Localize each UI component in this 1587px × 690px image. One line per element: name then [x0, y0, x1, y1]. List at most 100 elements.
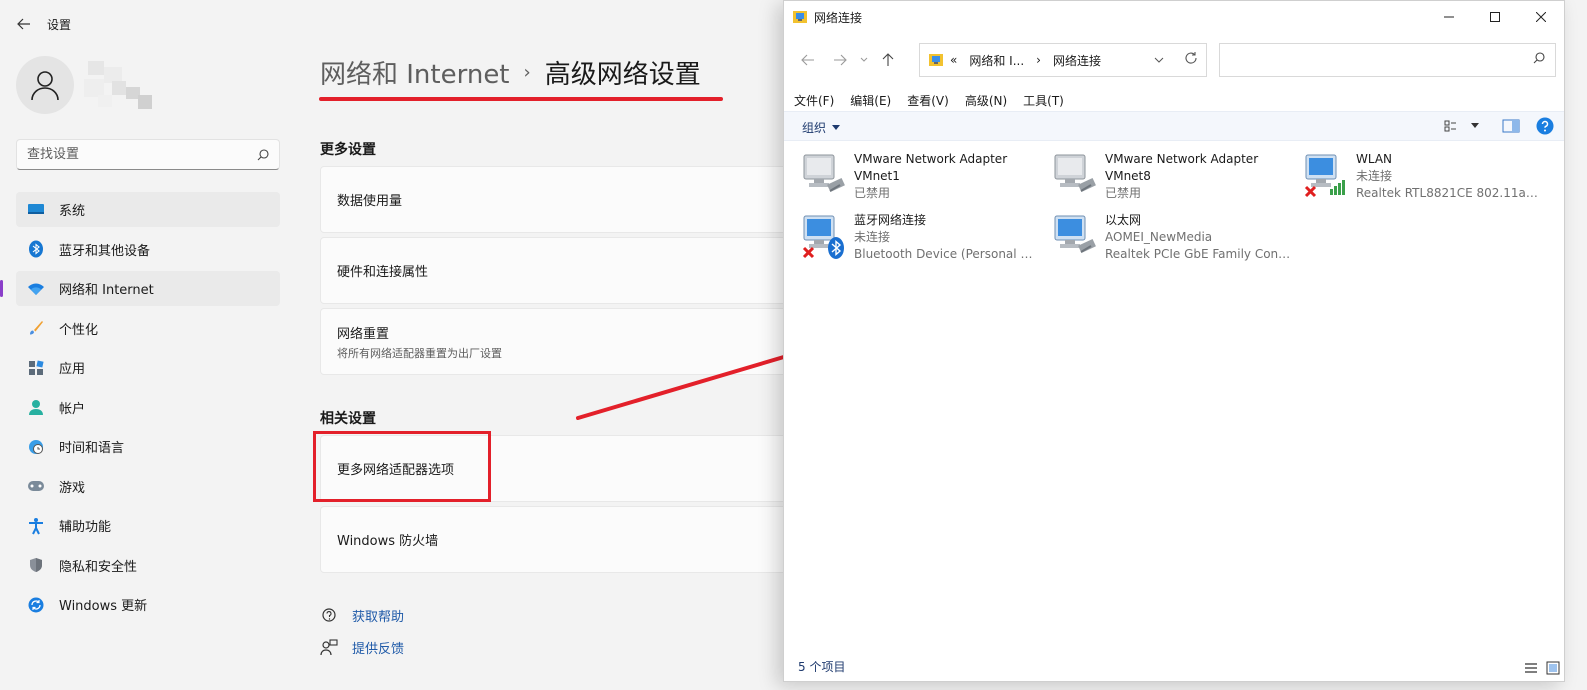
refresh-button[interactable] [1184, 51, 1198, 68]
nav-label: 个性化 [59, 322, 99, 338]
ethernet-adapter-icon [1051, 212, 1099, 262]
adapter-item-wlan[interactable]: WLAN 未连接 Realtek RTL8821CE 802.11ac P... [1302, 151, 1542, 207]
nav-label: 蓝牙和其他设备 [59, 243, 151, 259]
back-button[interactable] [11, 11, 37, 37]
view-options-button[interactable] [1444, 119, 1460, 133]
card-windows-firewall[interactable]: Windows 防火墙 [320, 506, 790, 573]
bluetooth-adapter-icon [800, 212, 848, 262]
shield-icon [26, 555, 46, 575]
adapter-name-line1: VMware Network Adapter [854, 152, 1008, 166]
user-profile[interactable] [16, 56, 154, 114]
close-icon [1536, 12, 1546, 22]
nav-item-gaming[interactable]: 游戏 [16, 469, 280, 504]
feedback-link[interactable]: 提供反馈 [320, 638, 404, 657]
card-hardware-properties[interactable]: 硬件和连接属性 [320, 237, 790, 304]
forward-button[interactable] [824, 49, 856, 71]
help-icon [1536, 117, 1554, 135]
nav-label: 系统 [59, 204, 86, 219]
accessibility-icon [26, 516, 46, 536]
back-arrow-icon [801, 54, 814, 66]
nav-item-windows-update[interactable]: Windows 更新 [16, 587, 280, 622]
minimize-button[interactable] [1426, 1, 1472, 33]
network-folder-icon [929, 54, 943, 66]
adapter-item-vmnet1[interactable]: VMware Network Adapter VMnet1 已禁用 [800, 151, 1040, 207]
card-network-reset[interactable]: 网络重置 将所有网络适配器重置为出厂设置 [320, 308, 790, 375]
recent-dropdown-button[interactable] [856, 49, 872, 71]
wireless-adapter-icon [1302, 151, 1350, 201]
nav-item-time-language[interactable]: 时间和语言 [16, 429, 280, 464]
nav-item-apps[interactable]: 应用 [16, 350, 280, 385]
address-crumb-connections[interactable]: 网络连接 [1053, 52, 1101, 69]
chevron-right-icon: › [523, 62, 531, 83]
address-input[interactable]: « 网络和 I... › 网络连接 [919, 43, 1207, 77]
menu-advanced[interactable]: 高级(N) [965, 92, 1007, 109]
adapter-description: Realtek RTL8821CE 802.11ac P... [1356, 186, 1542, 200]
caret-down-icon [1471, 123, 1479, 128]
details-view-icon [1525, 663, 1537, 673]
section-related-settings: 相关设置 [320, 411, 376, 427]
adapter-status: 未连接 [1356, 169, 1393, 183]
address-overflow[interactable]: « [950, 53, 957, 67]
address-dropdown-button[interactable] [1154, 52, 1164, 66]
breadcrumb-parent[interactable]: 网络和 Internet [320, 54, 510, 91]
adapter-name-line1: VMware Network Adapter [1105, 152, 1259, 166]
up-arrow-icon [882, 53, 894, 66]
nav-item-bluetooth[interactable]: 蓝牙和其他设备 [16, 232, 280, 267]
back-button[interactable] [792, 49, 824, 71]
menu-view[interactable]: 查看(V) [907, 92, 949, 109]
nav-label: 应用 [59, 362, 86, 377]
feedback-label: 提供反馈 [352, 642, 405, 657]
adapter-text: VMware Network Adapter VMnet8 已禁用 [1105, 151, 1258, 207]
adapter-item-ethernet[interactable]: 以太网 AOMEI_NewMedia Realtek PCIe GbE Fami… [1051, 212, 1291, 268]
explorer-search-input[interactable] [1219, 43, 1556, 77]
person-icon [26, 397, 46, 417]
apps-icon [26, 358, 46, 378]
view-dropdown-button[interactable] [1470, 123, 1480, 129]
command-bar: 组织 [784, 111, 1564, 141]
address-crumb-network[interactable]: 网络和 I... [969, 52, 1024, 69]
person-icon [31, 71, 59, 101]
details-view-button[interactable] [1524, 662, 1538, 674]
up-button[interactable] [872, 49, 904, 71]
preview-pane-button[interactable] [1502, 119, 1520, 133]
get-help-link[interactable]: 获取帮助 [320, 606, 404, 625]
settings-search[interactable] [16, 139, 280, 170]
adapter-name-line2: VMnet8 [1105, 169, 1151, 183]
maximize-button[interactable] [1472, 1, 1518, 33]
adapter-status: 未连接 [854, 230, 891, 244]
large-icons-view-button[interactable] [1546, 661, 1560, 675]
adapter-item-vmnet8[interactable]: VMware Network Adapter VMnet8 已禁用 [1051, 151, 1291, 207]
search-input[interactable] [27, 147, 257, 162]
close-button[interactable] [1518, 1, 1564, 33]
feedback-icon [320, 638, 338, 657]
nav-item-accounts[interactable]: 帐户 [16, 390, 280, 425]
card-title: 数据使用量 [337, 194, 403, 209]
nav-item-accessibility[interactable]: 辅助功能 [16, 508, 280, 543]
adapter-text: 以太网 AOMEI_NewMedia Realtek PCIe GbE Fami… [1105, 212, 1291, 268]
menu-file[interactable]: 文件(F) [794, 92, 834, 109]
nav-item-personalization[interactable]: 个性化 [16, 311, 280, 346]
nav-item-system[interactable]: 系统 [16, 192, 280, 227]
settings-titlebar: 设置 [0, 0, 780, 48]
adapter-text: VMware Network Adapter VMnet1 已禁用 [854, 151, 1007, 207]
menu-tools[interactable]: 工具(T) [1023, 92, 1064, 109]
nav-item-network[interactable]: 网络和 Internet [0, 271, 280, 306]
blurred-username [84, 57, 154, 113]
organize-label: 组织 [802, 121, 827, 135]
card-data-usage[interactable]: 数据使用量 [320, 166, 790, 233]
organize-button[interactable]: 组织 [802, 119, 841, 136]
adapter-item-bluetooth[interactable]: 蓝牙网络连接 未连接 Bluetooth Device (Personal Ar… [800, 212, 1040, 268]
back-arrow-icon [17, 18, 30, 30]
search-icon [257, 148, 269, 160]
page-title: 高级网络设置 [544, 60, 701, 90]
adapter-text: 蓝牙网络连接 未连接 Bluetooth Device (Personal Ar… [854, 212, 1040, 268]
adapter-status: 已禁用 [1105, 186, 1142, 200]
nav-item-privacy[interactable]: 隐私和安全性 [16, 548, 280, 583]
window-controls [1426, 1, 1564, 33]
avatar [16, 56, 74, 114]
nav-label: Windows 更新 [59, 599, 148, 614]
chevron-down-icon [860, 57, 868, 62]
nav-label: 帐户 [59, 401, 86, 417]
help-button[interactable] [1536, 117, 1554, 135]
menu-edit[interactable]: 编辑(E) [850, 92, 891, 109]
